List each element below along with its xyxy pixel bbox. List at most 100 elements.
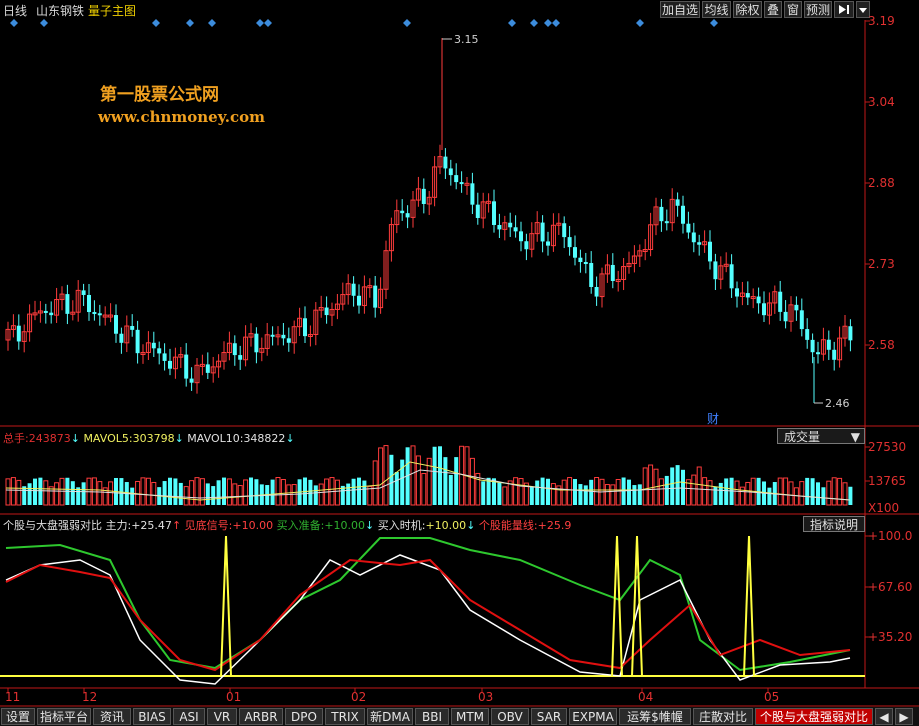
candle-body — [756, 296, 761, 304]
volume-bar — [33, 478, 37, 505]
candle-body — [578, 257, 583, 263]
volume-bar — [10, 477, 16, 506]
tab-news[interactable]: 资讯 — [93, 708, 131, 725]
volume-bar — [826, 480, 832, 506]
volume-bar — [410, 445, 416, 506]
buy-prep-value: +10.00 — [324, 519, 366, 532]
volume-bar — [821, 487, 826, 505]
candle-body — [691, 232, 696, 243]
down-arrow-icon: ↓ — [466, 519, 476, 532]
volume-bar — [459, 445, 465, 506]
volume-bar — [632, 485, 637, 505]
indicator-help-button[interactable]: 指标说明 — [803, 516, 865, 532]
volume-bar — [670, 467, 675, 505]
buy-prep-line — [5, 537, 851, 672]
volume-bar — [799, 481, 805, 506]
candle-body — [157, 348, 162, 354]
volume-bar — [216, 480, 221, 505]
signal-diamond-icon — [10, 19, 18, 27]
candle-body — [729, 264, 734, 289]
finance-marker[interactable]: 财 — [707, 410, 719, 427]
candle-body — [567, 237, 572, 248]
mavol5-label: MAVOL5: — [83, 432, 133, 445]
candle-body — [162, 353, 167, 361]
volume-bar — [567, 477, 573, 506]
buy-prep-label: 买入准备: — [276, 519, 325, 532]
volume-bar — [254, 479, 259, 505]
candle-body — [562, 223, 567, 238]
tab-dpo[interactable]: DPO — [285, 708, 323, 725]
volume-bar — [280, 479, 286, 506]
candle-body — [303, 318, 307, 337]
down-arrow-icon: ↓ — [365, 519, 375, 532]
signal-diamond-icon — [40, 19, 48, 27]
volume-bar — [497, 482, 502, 505]
signal-diamond-icon — [208, 19, 216, 27]
tab-scroll-left-icon[interactable]: ◀ — [875, 708, 893, 725]
tab-expma[interactable]: EXPMA — [569, 708, 617, 725]
volume-bar — [378, 447, 384, 506]
volume-bar — [448, 474, 453, 505]
volume-bar — [734, 480, 740, 506]
signal-markers — [10, 19, 718, 27]
volume-bar — [54, 482, 60, 506]
tab-mtm[interactable]: MTM — [451, 708, 489, 725]
tab-settings[interactable]: 设置 — [1, 708, 35, 725]
tab-new-dma[interactable]: 新DMA — [367, 708, 413, 725]
volume-bar — [237, 485, 243, 506]
signal-diamond-icon — [403, 19, 411, 27]
candle-body — [681, 205, 685, 224]
tab-obv[interactable]: OBV — [491, 708, 529, 725]
volume-bar — [108, 481, 114, 506]
volume-bar — [232, 483, 238, 506]
volume-bar — [243, 479, 249, 506]
volume-bar — [351, 478, 356, 505]
up-arrow-icon: ↑ — [171, 519, 182, 532]
volume-bar — [362, 480, 367, 505]
volume-bar — [681, 469, 685, 505]
volume-bar — [275, 477, 281, 506]
tab-asi[interactable]: ASI — [173, 708, 205, 725]
signal-diamond-icon — [508, 19, 516, 27]
candle-body — [130, 326, 135, 330]
tab-bbi[interactable]: BBI — [415, 708, 449, 725]
tab-stock-vs-market[interactable]: 个股与大盘强弱对比 — [755, 708, 873, 725]
date-axis-label: 03 — [478, 690, 494, 704]
candle-body — [114, 315, 118, 334]
candle-body — [519, 231, 523, 242]
candle-body — [373, 285, 378, 308]
indicator-header: 个股与大盘强弱对比 主力:+25.47↑ 见底信号:+10.00 买入准备:+1… — [3, 517, 571, 533]
tab-vr[interactable]: VR — [207, 708, 237, 725]
volume-bar — [189, 480, 195, 506]
volume-bar — [837, 477, 843, 506]
tab-scroll-right-icon[interactable]: ▶ — [895, 708, 913, 725]
volume-bar — [394, 472, 399, 505]
tab-bias[interactable]: BIAS — [133, 708, 171, 725]
candle-body — [151, 342, 156, 349]
candle-body — [583, 262, 588, 265]
tab-indicator-platform[interactable]: 指标平台 — [37, 708, 91, 725]
volume-bar — [610, 484, 616, 506]
tab-institution-retail[interactable]: 庄散对比 — [693, 708, 753, 725]
volume-bar — [518, 478, 524, 506]
tab-arbr[interactable]: ARBR — [239, 708, 283, 725]
mavol10-label: MAVOL10: — [187, 432, 244, 445]
price-axis-label: 3.04 — [868, 95, 895, 109]
candle-body — [49, 312, 54, 316]
volume-bar — [383, 445, 389, 506]
candle-body — [238, 355, 243, 360]
volume-selector[interactable]: 成交量 ▼ — [777, 428, 865, 444]
price-axis-label: 2.73 — [868, 257, 895, 271]
candle-body — [492, 201, 496, 225]
volume-bar — [842, 482, 848, 506]
candle-body — [189, 378, 194, 383]
candle-body — [357, 295, 361, 306]
tab-strategy[interactable]: 运筹$帷幄 — [619, 708, 691, 725]
tab-sar[interactable]: SAR — [531, 708, 567, 725]
tab-trix[interactable]: TRIX — [325, 708, 365, 725]
energy-line-label: 个股能量线: — [478, 519, 538, 532]
signal-diamond-icon — [710, 19, 718, 27]
candle-body — [448, 168, 453, 176]
candle-body — [735, 288, 739, 297]
candle-body — [508, 222, 513, 228]
